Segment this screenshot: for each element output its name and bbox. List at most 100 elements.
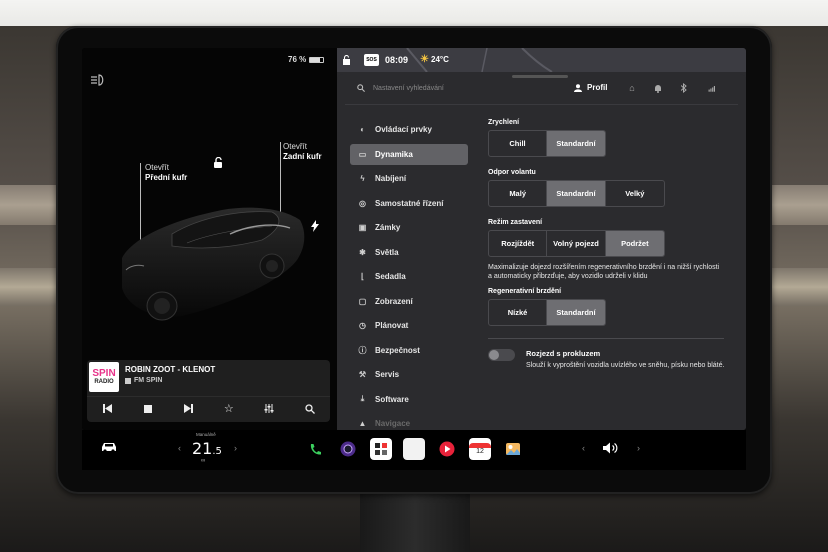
bluetooth-icon[interactable] bbox=[679, 83, 689, 93]
menu-item-info[interactable]: ⓘ Bezpečnost bbox=[350, 340, 468, 362]
lock-icon: ▣ bbox=[358, 223, 367, 233]
menu-item-label: Světla bbox=[375, 247, 399, 257]
station-label: FM SPIN bbox=[134, 377, 163, 384]
settings-search[interactable]: Nastavení vyhledávání bbox=[357, 84, 444, 92]
next-icon[interactable] bbox=[178, 399, 198, 419]
menu-item-sun[interactable]: ✱ Světla bbox=[350, 242, 468, 264]
track-title: ROBIN ZOOT - KLENOT bbox=[125, 365, 216, 374]
phone-icon[interactable] bbox=[304, 438, 326, 460]
stopping-mode-label: Režim zastavení bbox=[488, 219, 543, 226]
toggle-icon: ◐ bbox=[360, 125, 365, 135]
media-player-icon[interactable] bbox=[436, 438, 458, 460]
speaker-icon[interactable] bbox=[603, 442, 619, 454]
sos-badge[interactable]: SOS bbox=[364, 54, 379, 66]
search-icon[interactable] bbox=[300, 399, 320, 419]
stopping-option-2[interactable]: Podržet bbox=[605, 231, 664, 256]
acceleration-option-1[interactable]: Standardní bbox=[547, 131, 605, 156]
battery-status[interactable]: 76 % bbox=[288, 55, 325, 64]
menu-item-nav[interactable]: ▲ Navigace bbox=[350, 413, 468, 430]
toybox-icon[interactable] bbox=[370, 438, 392, 460]
slip-start-description: Slouží k vyproštění vozidla uvízlého ve … bbox=[526, 362, 725, 369]
slip-start-title: Rozjezd s prokluzem bbox=[526, 349, 601, 358]
stopping-option-0[interactable]: Rozjíždět bbox=[489, 231, 548, 256]
regen-label: Regenerativní brzdění bbox=[488, 288, 562, 295]
taskbar: Manuálně ‹ 21.5 › ∞ 12 ‹ › bbox=[82, 430, 746, 470]
camera-icon[interactable] bbox=[337, 438, 359, 460]
climate-temp-int: 21 bbox=[192, 439, 213, 458]
calendar-icon[interactable]: 12 bbox=[469, 438, 491, 460]
temp-up-chevron-icon[interactable]: › bbox=[234, 443, 237, 453]
display-icon: ▢ bbox=[358, 296, 367, 306]
steering-option-0[interactable]: Malý bbox=[489, 181, 548, 206]
menu-item-lock[interactable]: ▣ Zámky bbox=[350, 217, 468, 239]
equalizer-icon[interactable] bbox=[259, 399, 279, 419]
menu-item-seat[interactable]: ⌊ Sedadla bbox=[350, 266, 468, 288]
menu-item-car[interactable]: ▭ Dynamika bbox=[350, 143, 468, 165]
blank-app-icon[interactable] bbox=[403, 438, 425, 460]
menu-item-bolt[interactable]: ϟ Nabíjení bbox=[350, 168, 468, 190]
temp-down-chevron-icon[interactable]: ‹ bbox=[178, 443, 181, 453]
bell-icon[interactable] bbox=[653, 83, 663, 93]
clock: 08:09 bbox=[385, 55, 409, 65]
menu-item-label: Software bbox=[375, 394, 409, 404]
acceleration-option-0[interactable]: Chill bbox=[489, 131, 547, 156]
lte-signal-icon[interactable] bbox=[705, 83, 715, 93]
garage-icon[interactable]: ⌂ bbox=[627, 83, 637, 93]
menu-item-toggle[interactable]: ◐ Ovládací prvky bbox=[350, 119, 468, 141]
status-bar: SOS 08:09 ☀ 24°C bbox=[337, 48, 746, 72]
unlocked-padlock-icon[interactable] bbox=[212, 157, 224, 169]
slip-start-toggle[interactable] bbox=[488, 349, 515, 361]
menu-item-wrench[interactable]: ⚒ Servis bbox=[350, 364, 468, 386]
profile-button[interactable]: Profil bbox=[574, 83, 607, 92]
photo-icon[interactable] bbox=[502, 438, 524, 460]
headlight-icon[interactable] bbox=[90, 74, 106, 86]
regen-option-1[interactable]: Standardní bbox=[547, 300, 605, 325]
menu-item-label: Dynamika bbox=[375, 149, 413, 159]
frunk-open-button[interactable]: Otevřít Přední kufr bbox=[145, 163, 187, 183]
menu-item-label: Sedadla bbox=[375, 272, 406, 282]
trunk-open-button[interactable]: Otevřít Zadní kufr bbox=[283, 142, 322, 162]
settings-pane: SOS 08:09 ☀ 24°C Nastavení vyhledávání P… bbox=[337, 48, 746, 430]
menu-item-clock[interactable]: ◷ Plánovat bbox=[350, 315, 468, 337]
steering-option-2[interactable]: Velký bbox=[606, 181, 664, 206]
touchscreen: 76 % Otevřít Přední kufr Otevřít Zadní k… bbox=[82, 48, 746, 430]
media-controls: ☆ bbox=[87, 396, 330, 420]
header-divider bbox=[345, 104, 738, 105]
trunk-line1: Otevřít bbox=[283, 142, 308, 151]
search-icon bbox=[357, 84, 365, 92]
climate-temperature: 21.5 bbox=[192, 439, 222, 458]
menu-item-steering[interactable]: ◎ Samostatné řízení bbox=[350, 193, 468, 215]
menu-item-label: Zámky bbox=[375, 223, 401, 233]
lock-status-icon[interactable] bbox=[342, 55, 351, 65]
menu-item-download[interactable]: ⤓ Software bbox=[350, 389, 468, 411]
climate-control[interactable]: Manuálně ‹ 21.5 › ∞ bbox=[178, 432, 240, 468]
regen-option-0[interactable]: Nízké bbox=[489, 300, 547, 325]
favorite-icon[interactable]: ☆ bbox=[219, 399, 239, 419]
station-logo-line2: RADIO bbox=[94, 378, 114, 385]
download-icon: ⤓ bbox=[360, 394, 365, 404]
climate-temp-dec: .5 bbox=[212, 446, 222, 457]
toggle-knob bbox=[489, 350, 499, 360]
menu-item-label: Zobrazení bbox=[375, 296, 413, 306]
sun-icon: ✱ bbox=[359, 247, 366, 257]
volume-down-chevron-icon[interactable]: ‹ bbox=[582, 443, 585, 453]
stop-icon[interactable] bbox=[138, 399, 158, 419]
seat-heater-icon: ∞ bbox=[201, 458, 206, 464]
sheet-drag-handle[interactable] bbox=[512, 75, 568, 78]
regen-selector: Nízké Standardní bbox=[488, 299, 606, 326]
menu-item-label: Nabíjení bbox=[375, 174, 407, 184]
charge-port-bolt-icon[interactable] bbox=[311, 220, 319, 232]
menu-item-display[interactable]: ▢ Zobrazení bbox=[350, 291, 468, 313]
battery-fill bbox=[310, 57, 321, 62]
stopping-option-1[interactable]: Volný pojezd bbox=[547, 231, 606, 256]
volume-up-chevron-icon[interactable]: › bbox=[637, 443, 640, 453]
steering-icon: ◎ bbox=[359, 198, 366, 208]
nav-icon: ▲ bbox=[358, 419, 367, 429]
steering-option-1[interactable]: Standardní bbox=[547, 181, 606, 206]
acceleration-label: Zrychlení bbox=[488, 119, 520, 126]
search-input[interactable]: Nastavení vyhledávání bbox=[373, 85, 444, 92]
car-menu-icon[interactable] bbox=[100, 441, 118, 453]
radio-source-icon bbox=[125, 377, 131, 384]
stopping-mode-selector: Rozjíždět Volný pojezd Podržet bbox=[488, 230, 665, 257]
prev-icon[interactable] bbox=[97, 399, 117, 419]
